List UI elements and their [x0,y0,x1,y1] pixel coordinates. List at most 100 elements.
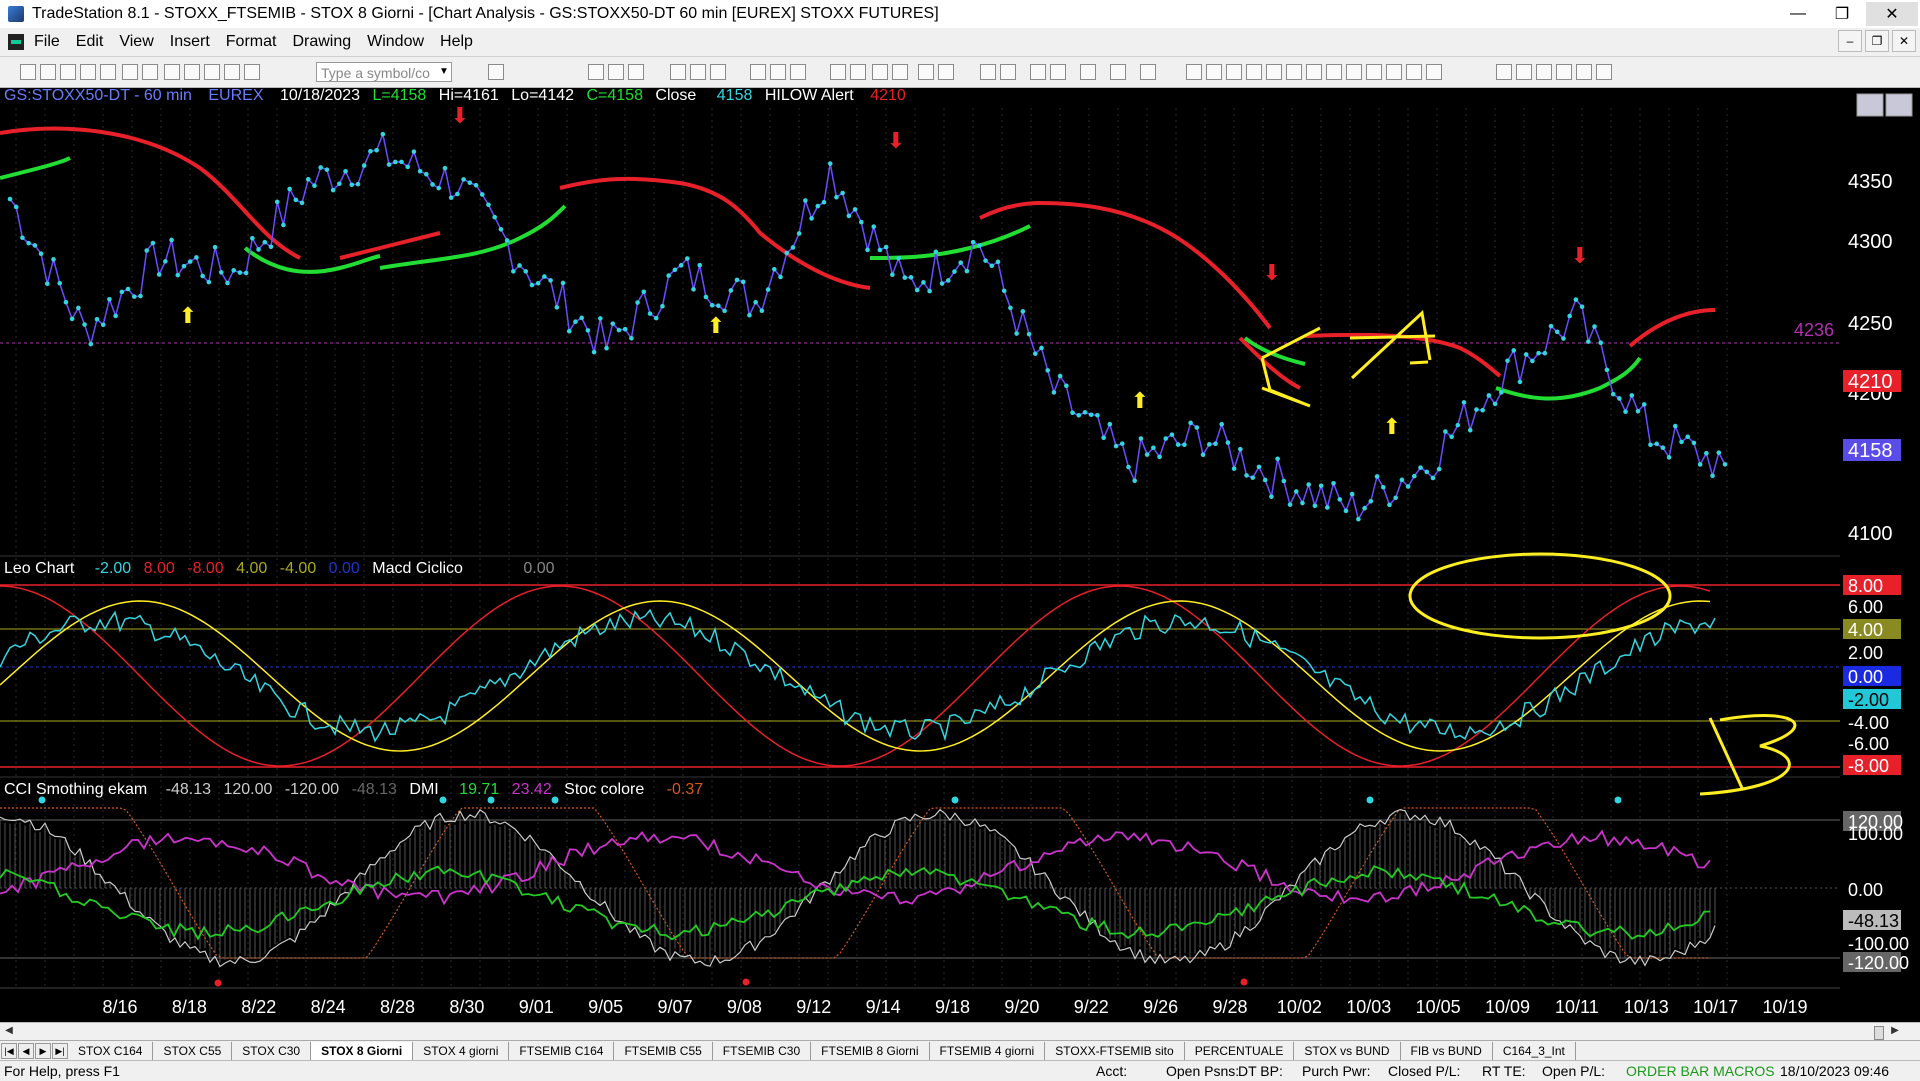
triangle-icon[interactable] [1406,64,1422,80]
horizontal-scrollbar[interactable]: ◀ ▶ [0,1022,1920,1041]
horizontal-line-icon[interactable] [1226,64,1242,80]
minimize-button[interactable]: — [1778,2,1818,26]
tab-ftsemib-c55[interactable]: FTSEMIB C55 [614,1042,713,1060]
scroll-thumb[interactable] [1874,1026,1884,1040]
rectangle-icon[interactable] [1576,64,1592,80]
freehand-icon[interactable] [1496,64,1512,80]
menu-insert[interactable]: Insert [170,33,210,51]
speed-line-icon[interactable] [1306,64,1322,80]
print-preview-icon[interactable] [122,64,138,80]
arc-icon[interactable] [1386,64,1402,80]
save-icon[interactable] [60,64,76,80]
axis-collapse-button[interactable] [1856,93,1884,117]
cursor-icon[interactable] [1030,64,1046,80]
trendline-icon[interactable] [1186,64,1202,80]
tab-stox-4-giorni[interactable]: STOX 4 giorni [413,1042,510,1060]
indicator-icon[interactable] [670,64,686,80]
channel-icon[interactable] [1246,64,1262,80]
tab-percentuale[interactable]: PERCENTUALE [1185,1042,1295,1060]
zoom-out-icon[interactable] [1000,64,1016,80]
menu-file[interactable]: File [34,33,60,51]
menu-drawing[interactable]: Drawing [292,33,351,51]
chart-copy-icon[interactable] [1110,64,1126,80]
text-icon[interactable] [1596,64,1612,80]
price-data-point [678,263,684,268]
menu-help[interactable]: Help [440,33,473,51]
tools-icon[interactable] [1080,64,1096,80]
tab-stox-c164[interactable]: STOX C164 [68,1042,154,1060]
arrow-down-icon[interactable] [1516,64,1532,80]
chart-svg[interactable]: ⬇ ⬇ ⬇ ⬇ ⬆ ⬆ ⬆ ⬆ GS:STOXX50-DT - 60 min E… [0,88,1920,1022]
menu-format[interactable]: Format [226,33,277,51]
tab-ftsemib-c164[interactable]: FTSEMIB C164 [509,1042,615,1060]
close-button[interactable]: ✕ [1866,2,1918,26]
desktop-icon[interactable] [100,64,116,80]
tab-stox-8-giorni[interactable]: STOX 8 Giorni [311,1042,414,1060]
arrow-up-icon[interactable] [1536,64,1552,80]
zoom-in-icon[interactable] [980,64,996,80]
globe-icon[interactable] [244,64,260,80]
tab-last-icon[interactable]: ▶| [52,1043,68,1059]
tab-next-icon[interactable]: ▶ [35,1043,51,1059]
order-bar-macros-button[interactable]: ORDER BAR MACROS [1626,1063,1775,1079]
tab-c164-3-int[interactable]: C164_3_Int [1493,1042,1576,1060]
scroll-left-arrow-icon[interactable]: ◀ [2,1025,16,1039]
format-icon[interactable] [710,64,726,80]
menu-edit[interactable]: Edit [76,33,104,51]
tab-stox-c55[interactable]: STOX C55 [153,1042,233,1060]
save-all-icon[interactable] [80,64,96,80]
scroll-right-icon[interactable] [850,64,866,80]
pin-icon[interactable] [488,64,504,80]
vertical-line-icon[interactable] [1206,64,1222,80]
menu-view[interactable]: View [119,33,153,51]
scale-icon[interactable] [770,64,786,80]
gann-icon[interactable] [1286,64,1302,80]
candle-icon[interactable] [608,64,624,80]
grid-icon[interactable] [224,64,240,80]
tab-stoxx-ftsemib-sito[interactable]: STOXX-FTSEMIB sito [1045,1042,1185,1060]
data-icon[interactable] [750,64,766,80]
tab-stox-c30[interactable]: STOX C30 [232,1042,312,1060]
mdi-minimize-button[interactable]: – [1838,30,1862,52]
scroll-left-icon[interactable] [830,64,846,80]
tab-first-icon[interactable]: |◀ [1,1043,17,1059]
chart-paste-icon[interactable] [1140,64,1156,80]
symbol-input[interactable]: Type a symbol/co [316,62,452,82]
strategy-icon[interactable] [690,64,706,80]
fib-icon[interactable] [1266,64,1282,80]
bar-style-icon[interactable] [588,64,604,80]
tab-fib-vs-bund[interactable]: FIB vs BUND [1401,1042,1493,1060]
new-icon[interactable] [20,64,36,80]
tab-ftsemib-c30[interactable]: FTSEMIB C30 [713,1042,812,1060]
spacing-in-icon[interactable] [892,64,908,80]
spacing-icon[interactable] [872,64,888,80]
tab-ftsemib-4-giorni[interactable]: FTSEMIB 4 giorni [930,1042,1046,1060]
chart-window-icon[interactable] [8,34,24,50]
maximize-button[interactable]: ❐ [1822,2,1862,26]
tab-ftsemib-8-giorni[interactable]: FTSEMIB 8 Giorni [811,1042,930,1060]
price-data-point [1107,421,1113,427]
matrix-icon[interactable] [938,64,954,80]
arrow-icon[interactable] [1366,64,1382,80]
mdi-close-button[interactable]: ✕ [1892,30,1916,52]
regression-icon[interactable] [1326,64,1342,80]
order-bar-icon[interactable] [918,64,934,80]
chart-icon[interactable] [184,64,200,80]
lock-icon[interactable] [204,64,220,80]
print-icon[interactable] [142,64,158,80]
cycle-icon[interactable] [1426,64,1442,80]
open-icon[interactable] [40,64,56,80]
scroll-right-arrow-icon[interactable]: ▶ [1888,1025,1902,1039]
ellipse-icon[interactable] [1556,64,1572,80]
tab-stox-vs-bund[interactable]: STOX vs BUND [1294,1042,1401,1060]
axis-expand-button[interactable] [1885,93,1913,117]
window-icon[interactable] [164,64,180,80]
crosshair-icon[interactable] [1050,64,1066,80]
mdi-restore-button[interactable]: ❐ [1865,30,1889,52]
line-style-icon[interactable] [628,64,644,80]
pitchfork-icon[interactable] [1346,64,1362,80]
tab-prev-icon[interactable]: ◀ [18,1043,34,1059]
bars-icon[interactable] [790,64,806,80]
symbol-dropdown-arrow[interactable]: ▼ [436,63,452,81]
menu-window[interactable]: Window [367,33,424,51]
